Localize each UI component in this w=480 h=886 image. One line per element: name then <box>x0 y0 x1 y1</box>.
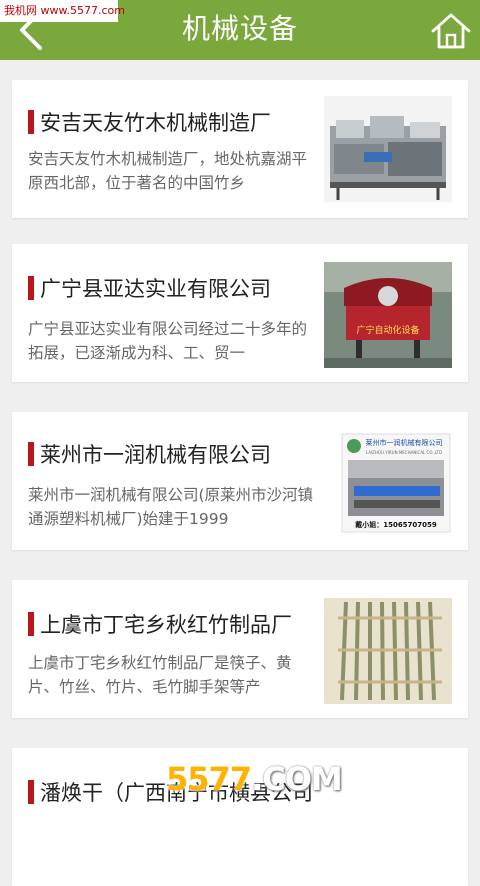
list-item[interactable]: 安吉天友竹木机械制造厂 安吉天友竹木机械制造厂，地处杭嘉湖平原西北部，位于著名的… <box>12 80 468 218</box>
thumb-title: 莱州市一润机械有限公司 <box>366 438 443 447</box>
company-name: 广宁县亚达实业有限公司 <box>40 277 271 301</box>
accent-bar <box>28 110 34 134</box>
thumb-contact: 戴小姐：15065707059 <box>355 520 437 529</box>
list-item[interactable]: 广宁县亚达实业有限公司 广宁县亚达实业有限公司经过二十多年的拓展，已逐渐成为科、… <box>12 244 468 382</box>
site-logo: 5577.COM <box>160 758 343 800</box>
company-name: 莱州市一润机械有限公司 <box>40 443 271 467</box>
home-icon <box>431 13 471 49</box>
company-thumbnail: 莱州市一润机械有限公司 LAIZHOU YIRUN MECHANICAL CO.… <box>324 430 452 536</box>
thumb-caption: 广宁自动化设备 <box>356 324 419 336</box>
list-item[interactable]: 上虞市丁宅乡秋红竹制品厂 上虞市丁宅乡秋红竹制品厂是筷子、黄片、竹丝、竹片、毛竹… <box>12 580 468 718</box>
company-thumbnail <box>324 96 452 202</box>
company-description: 莱州市一润机械有限公司(原莱州市沙河镇通源塑料机械厂)始建于1999 <box>28 486 314 528</box>
accent-bar <box>28 276 34 300</box>
list-item[interactable]: 莱州市一润机械有限公司 莱州市一润机械有限公司(原莱州市沙河镇通源塑料机械厂)始… <box>12 412 468 550</box>
company-description: 广宁县亚达实业有限公司经过二十多年的拓展，已逐渐成为科、工、贸一 <box>28 320 308 362</box>
company-thumbnail: 广宁自动化设备 <box>324 262 452 368</box>
company-description: 安吉天友竹木机械制造厂，地处杭嘉湖平原西北部，位于著名的中国竹乡 <box>28 150 308 192</box>
company-thumbnail <box>324 598 452 704</box>
logo-suffix: .COM <box>251 760 343 798</box>
company-description: 上虞市丁宅乡秋红竹制品厂是筷子、黄片、竹丝、竹片、毛竹脚手架等产 <box>28 654 292 696</box>
accent-bar <box>28 780 34 804</box>
thumb-subtitle: LAIZHOU YIRUN MECHANICAL CO.,LTD <box>366 450 442 455</box>
site-watermark: 我机网 www.5577.com <box>0 0 125 22</box>
home-button[interactable] <box>428 8 474 54</box>
accent-bar <box>28 612 34 636</box>
logo-digits: 5577 <box>166 760 252 798</box>
company-name: 上虞市丁宅乡秋红竹制品厂 <box>40 613 292 637</box>
company-name: 安吉天友竹木机械制造厂 <box>40 111 271 135</box>
accent-bar <box>28 442 34 466</box>
